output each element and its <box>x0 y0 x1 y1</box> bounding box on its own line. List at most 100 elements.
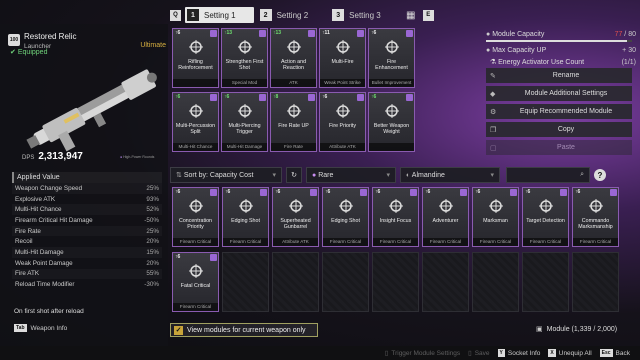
module-socket-icon <box>259 94 266 101</box>
action-icon: ❐ <box>490 126 497 134</box>
module-capacity-text: Module Capacity <box>492 30 545 38</box>
module-card[interactable]: ↑6 Superheated Gunbarrel Attribute ATK <box>272 187 319 247</box>
module-emblem-icon <box>287 104 301 118</box>
save-button[interactable]: ▯ Save <box>468 349 489 358</box>
equip-recommended-module-button[interactable]: ⚙ Equip Recommended Module <box>486 104 632 119</box>
activator-value: (1/1) <box>621 58 636 66</box>
socket-info-button[interactable]: Y Socket Info <box>497 349 540 357</box>
module-emblem-icon <box>385 104 399 118</box>
stat-footnote: On first shot after reload <box>14 308 84 315</box>
ammo-label: High-Power Rounds <box>123 155 155 159</box>
max-capacity-text: Max Capacity UP <box>492 46 547 54</box>
module-socket-icon <box>406 30 413 37</box>
unequip-all-button[interactable]: X Unequip All <box>548 349 592 357</box>
action-label: Module Additional Settings <box>524 90 608 97</box>
module-card[interactable]: ↑13 Strengthen First Shot Special Mod <box>221 28 268 88</box>
module-cost: ↑6 <box>375 189 381 195</box>
dps-label: DPS <box>22 155 35 161</box>
applied-value-list[interactable]: Applied Value Weapon Change Speed 25% Exp… <box>12 172 162 322</box>
stat-row: Multi-Hit Chance 52% <box>12 204 162 215</box>
empty-module-slot <box>572 252 619 312</box>
stat-row: Weak Point Damage 20% <box>12 258 162 269</box>
refresh-button[interactable]: ↻ <box>286 167 302 183</box>
module-category: Firearm Critical <box>523 238 568 246</box>
tab-setting-1[interactable]: 1 Setting 1 <box>185 7 254 23</box>
drop-icon: ● <box>486 30 491 38</box>
module-card[interactable]: ↑6 Fire Priority Attribute ATK <box>319 92 366 152</box>
tab-preset-grid[interactable]: ▦ <box>403 7 419 23</box>
module-card[interactable]: ↑8 Fire Rate UP Fire Rate <box>270 92 317 152</box>
module-card[interactable]: ↑6 Multi-Piercing Trigger Multi-Hit Damage <box>221 92 268 152</box>
module-card[interactable]: ↑6 Multi-Percussion Split Multi-Hit Chance <box>172 92 219 152</box>
tab-setting-2[interactable]: 2 Setting 2 <box>258 7 327 23</box>
module-card[interactable]: ↑6 Fatal Critical Firearm Critical <box>172 252 219 312</box>
activator-text: Energy Activator Use Count <box>498 59 585 66</box>
module-category: Firearm Critical <box>423 238 468 246</box>
module-card[interactable]: ↑6 Better Weapon Weight <box>368 92 415 152</box>
stat-value: -30% <box>144 281 159 289</box>
weapon-info-button[interactable]: Tab Weapon Info <box>14 324 67 332</box>
help-icon[interactable]: ? <box>594 169 606 181</box>
module-name: Multi-Percussion Split <box>175 123 216 136</box>
module-card[interactable]: ↑6 Concentration Priority Firearm Critical <box>172 187 219 247</box>
socket-text: Almandine <box>411 171 445 179</box>
module-emblem-icon <box>287 40 301 54</box>
module-cost: ↑6 <box>225 189 231 195</box>
module-card[interactable]: ↑6 Target Detection Firearm Critical <box>522 187 569 247</box>
chevron-down-icon: ▾ <box>490 172 494 179</box>
module-emblem-icon <box>189 264 203 278</box>
module-card[interactable]: ↑13 Action and Reaction ATK <box>270 28 317 88</box>
activator-icon: ⚗ <box>489 59 497 66</box>
stat-row: Firearm Critical Hit Damage -50% <box>12 215 162 226</box>
stat-row: Reload Time Modifier -30% <box>12 279 162 290</box>
weapon-level-badge: 100 <box>8 34 20 46</box>
prev-tab-key[interactable]: Q <box>170 9 181 21</box>
module-card[interactable]: ↑6 Edging Shot Firearm Critical <box>322 187 369 247</box>
chevron-down-icon: ▾ <box>386 172 390 179</box>
stat-row: Explosive ATK 93% <box>12 194 162 205</box>
module-socket-icon <box>357 30 364 37</box>
module-card[interactable]: ↑6 Rifling Reinforcement <box>172 28 219 88</box>
module-emblem-icon <box>385 40 399 54</box>
module-card[interactable]: ↑6 Adventurer Firearm Critical <box>422 187 469 247</box>
module-card[interactable]: ↑6 Fire Enhancement Bullet Improvement <box>368 28 415 88</box>
module-socket-icon <box>308 30 315 37</box>
rarity-dropdown[interactable]: ● Rare ▾ <box>306 167 396 183</box>
tab-setting-3[interactable]: 3 Setting 3 <box>330 7 399 23</box>
module-name: Target Detection <box>526 218 565 224</box>
trigger-module-settings-button[interactable]: ▯ Trigger Module Settings <box>385 349 460 358</box>
key-hint: X <box>548 349 556 357</box>
module-socket-icon <box>259 30 266 37</box>
tab-label: Setting 3 <box>349 10 381 20</box>
module-additional-settings-button[interactable]: ◆ Module Additional Settings <box>486 86 632 101</box>
stat-name: Weapon Change Speed <box>15 184 83 192</box>
weapon-info-label: Weapon Info <box>30 324 68 332</box>
stat-name: Multi-Hit Damage <box>15 248 64 256</box>
capacity-panel: ● Module Capacity 77 / 80 ● Max Capacity… <box>486 28 636 155</box>
module-emblem-icon <box>336 40 350 54</box>
stat-row: Multi-Hit Damage 15% <box>12 247 162 258</box>
module-category: Firearm Critical <box>573 238 618 246</box>
rename-button[interactable]: ✎ Rename <box>486 68 632 83</box>
socket-dropdown[interactable]: ◐ Almandine ▾ <box>400 167 500 183</box>
view-current-weapon-toggle[interactable]: ✓ View modules for current weapon only <box>170 323 318 337</box>
key-hint: Esc <box>599 349 613 357</box>
stat-value: 52% <box>146 206 159 214</box>
module-card[interactable]: ↑6 Marksman Firearm Critical <box>472 187 519 247</box>
module-emblem-icon <box>238 40 252 54</box>
next-tab-key[interactable]: E <box>422 9 434 21</box>
module-card[interactable]: ↑11 Multi-Fire Weak Point Strike <box>319 28 366 88</box>
module-name: Marksman <box>483 218 508 224</box>
paste-button[interactable]: ▢ Paste <box>486 140 632 155</box>
capacity-max: 80 <box>628 30 636 38</box>
module-card[interactable]: ↑6 Insight Focus Firearm Critical <box>372 187 419 247</box>
search-input[interactable]: ⌕ <box>506 167 590 183</box>
module-card[interactable]: ↑6 Commando Marksmanship Firearm Critical <box>572 187 619 247</box>
sort-dropdown[interactable]: ⇅ Sort by: Capacity Cost ▾ <box>170 167 282 183</box>
back-button[interactable]: Esc Back <box>599 349 630 357</box>
copy-button[interactable]: ❐ Copy <box>486 122 632 137</box>
module-card[interactable]: ↑6 Edging Shot Firearm Critical <box>222 187 269 247</box>
module-box-icon: ▣ <box>536 326 543 333</box>
module-name: Fatal Critical <box>180 283 211 289</box>
stat-value: 93% <box>146 195 159 203</box>
